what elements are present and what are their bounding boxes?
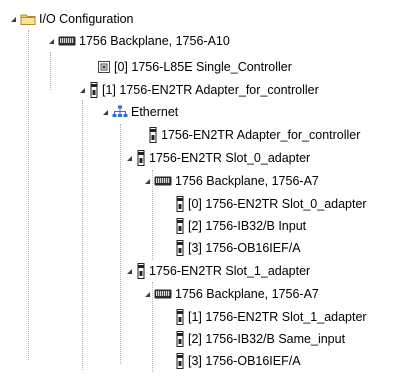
tree-item-module[interactable]: [3] 1756-OB16IEF/A: [175, 237, 301, 259]
tree-item-module[interactable]: [2] 1756-IB32/B Input: [175, 215, 306, 237]
tree-item-eth-adapter[interactable]: 1756-EN2TR Adapter_for_controller: [148, 124, 360, 146]
collapse-arrow-icon[interactable]: [124, 260, 134, 282]
module-icon: [148, 127, 158, 143]
tree-item-label: 1756 Backplane, 1756-A10: [79, 34, 230, 48]
module-icon: [136, 263, 146, 279]
tree-item-label: [2] 1756-IB32/B Input: [188, 219, 307, 233]
tree-item-controller[interactable]: [0] 1756-L85E Single_Controller: [97, 56, 292, 78]
collapse-arrow-icon[interactable]: [8, 8, 18, 30]
tree-item-io-configuration[interactable]: I/O Configuration: [8, 8, 134, 30]
module-icon: [136, 150, 146, 166]
tree-item-slot1-adapter[interactable]: 1756-EN2TR Slot_1_adapter: [124, 260, 310, 282]
module-icon: [175, 240, 185, 256]
collapse-arrow-icon[interactable]: [46, 30, 56, 52]
tree-item-label: [2] 1756-IB32/B Same_input: [188, 332, 346, 346]
collapse-arrow-icon[interactable]: [142, 283, 152, 305]
tree-item-slot0-adapter[interactable]: 1756-EN2TR Slot_0_adapter: [124, 147, 310, 169]
module-icon: [175, 353, 185, 369]
tree-item-module[interactable]: [1] 1756-EN2TR Slot_1_adapter: [175, 306, 367, 328]
tree-item-label: [3] 1756-OB16IEF/A: [188, 241, 301, 255]
tree-item-label: [0] 1756-L85E Single_Controller: [114, 60, 292, 74]
tree-item-label: [0] 1756-EN2TR Slot_0_adapter: [188, 197, 367, 211]
tree-item-label: 1756-EN2TR Slot_0_adapter: [149, 151, 311, 165]
collapse-arrow-icon[interactable]: [142, 170, 152, 192]
tree-item-module[interactable]: [2] 1756-IB32/B Same_input: [175, 328, 345, 350]
network-icon: [112, 105, 128, 119]
tree-item-adapter-main[interactable]: [1] 1756-EN2TR Adapter_for_controller: [77, 79, 319, 101]
module-icon: [89, 82, 99, 98]
tree-item-slot1-backplane[interactable]: 1756 Backplane, 1756-A7: [142, 283, 319, 305]
tree-item-label: 1756-EN2TR Slot_1_adapter: [149, 264, 311, 278]
tree-item-module[interactable]: [0] 1756-EN2TR Slot_0_adapter: [175, 193, 367, 215]
tree-item-label: [1] 1756-EN2TR Slot_1_adapter: [188, 310, 367, 324]
module-icon: [175, 218, 185, 234]
module-icon: [175, 196, 185, 212]
tree-item-slot0-backplane[interactable]: 1756 Backplane, 1756-A7: [142, 170, 319, 192]
tree-item-label: [3] 1756-OB16IEF/A: [188, 354, 301, 368]
folder-icon: [20, 12, 36, 26]
tree-item-label: 1756 Backplane, 1756-A7: [175, 174, 319, 188]
tree-item-module[interactable]: [3] 1756-OB16IEF/A: [175, 350, 301, 372]
module-icon: [175, 309, 185, 325]
collapse-arrow-icon[interactable]: [100, 101, 110, 123]
tree-item-label: 1756 Backplane, 1756-A7: [175, 287, 319, 301]
module-icon: [175, 331, 185, 347]
controller-icon: [97, 60, 111, 74]
tree-item-label: I/O Configuration: [39, 12, 134, 26]
tree-item-label: [1] 1756-EN2TR Adapter_for_controller: [102, 83, 319, 97]
collapse-arrow-icon[interactable]: [124, 147, 134, 169]
tree-item-backplane-a10[interactable]: 1756 Backplane, 1756-A10: [46, 30, 230, 52]
backplane-icon: [154, 175, 172, 187]
tree-item-label: 1756-EN2TR Adapter_for_controller: [161, 128, 361, 142]
backplane-icon: [58, 35, 76, 47]
tree-item-ethernet[interactable]: Ethernet: [100, 101, 178, 123]
collapse-arrow-icon[interactable]: [77, 79, 87, 101]
tree-item-label: Ethernet: [131, 105, 179, 119]
backplane-icon: [154, 288, 172, 300]
